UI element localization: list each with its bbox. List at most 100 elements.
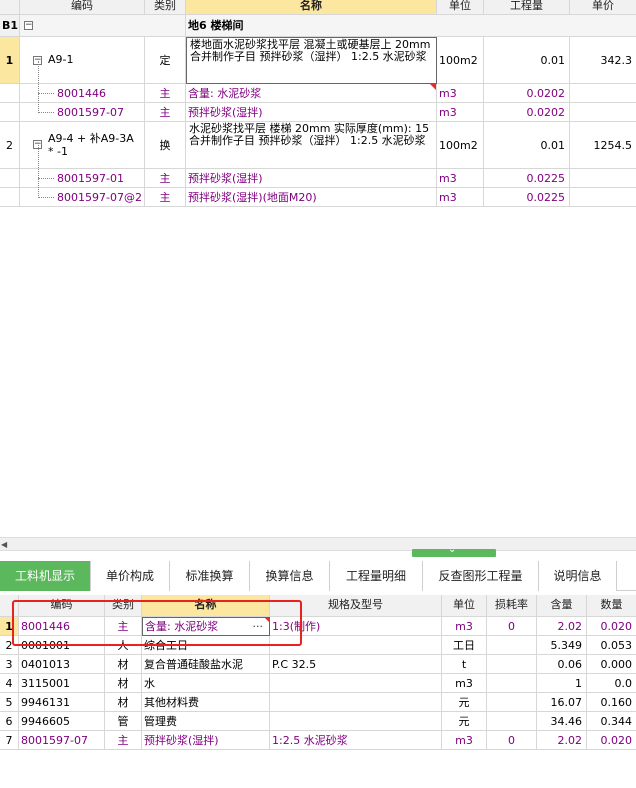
col-header-qty[interactable]: 工程量 <box>484 0 570 15</box>
panel-splitter[interactable]: ⌄ <box>412 544 496 557</box>
col-header-loss[interactable]: 损耗率 <box>487 595 537 617</box>
row-content[interactable]: 16.07 <box>537 693 587 712</box>
row-spec: 1:2.5 水泥砂浆 <box>270 731 442 750</box>
tab-reverse-lookup[interactable]: 反查图形工程量 <box>423 561 539 591</box>
row-content[interactable]: 34.46 <box>537 712 587 731</box>
top-grid: 编码 类别 名称 单位 工程量 单价 B1 − 地6 楼梯间 1 − A9-1 … <box>0 0 636 207</box>
tab-material-display[interactable]: 工料机显示 <box>0 561 91 591</box>
row-number[interactable]: 7 <box>0 731 19 750</box>
table-row-code[interactable]: 3115001 <box>19 674 105 693</box>
row-type: 管 <box>105 712 142 731</box>
row-loss[interactable] <box>487 655 537 674</box>
row-loss[interactable] <box>487 636 537 655</box>
row-price: 342.3 <box>570 37 636 84</box>
row-unit: 元 <box>442 712 487 731</box>
row-spec <box>270 674 442 693</box>
table-row-code[interactable]: 8001597-07 <box>19 731 105 750</box>
row-qty[interactable]: 0.01 <box>484 122 570 169</box>
horizontal-scrollbar[interactable]: ◀ <box>0 537 636 551</box>
row-name[interactable]: 水 <box>142 674 270 693</box>
row-number[interactable]: 5 <box>0 693 19 712</box>
row-number[interactable]: 4 <box>0 674 19 693</box>
row-number <box>0 169 20 188</box>
row-price <box>570 169 636 188</box>
row-type: 换 <box>145 122 186 169</box>
row-price <box>570 84 636 103</box>
row-loss[interactable] <box>487 674 537 693</box>
row-content[interactable]: 0.06 <box>537 655 587 674</box>
row-price: 1254.5 <box>570 122 636 169</box>
row-qty[interactable]: 0.01 <box>484 37 570 84</box>
row-type: 定 <box>145 37 186 84</box>
row-name[interactable]: 管理费 <box>142 712 270 731</box>
tree-connector <box>38 93 54 94</box>
code-text: A9-1 <box>48 53 74 66</box>
row-loss[interactable]: 0 <box>487 617 537 636</box>
row-qty[interactable]: 0.0225 <box>484 188 570 207</box>
col-header-content[interactable]: 含量 <box>537 595 587 617</box>
scroll-left-icon[interactable]: ◀ <box>1 538 7 551</box>
tree-connector <box>38 145 39 198</box>
row-content[interactable]: 1 <box>537 674 587 693</box>
row-qty: 0.020 <box>587 731 636 750</box>
row-name[interactable]: 含量: 水泥砂浆 <box>186 84 437 103</box>
collapse-icon[interactable]: − <box>24 21 33 30</box>
row-type: 材 <box>105 674 142 693</box>
row-qty: 0.000 <box>587 655 636 674</box>
tab-conversion-info[interactable]: 换算信息 <box>250 561 330 591</box>
row-name[interactable]: 楼地面水泥砂浆找平层 混凝土或硬基层上 20mm 合并制作子目 预拌砂浆（湿拌）… <box>186 37 437 84</box>
row-name[interactable]: 预拌砂浆(湿拌)(地面M20) <box>186 188 437 207</box>
row-name[interactable]: 预拌砂浆(湿拌) <box>186 169 437 188</box>
section-name[interactable]: 地6 楼梯间 <box>186 15 636 37</box>
row-unit: 工日 <box>442 636 487 655</box>
row-number[interactable]: 2 <box>0 122 20 169</box>
row-unit: m3 <box>442 674 487 693</box>
tab-standard-conversion[interactable]: 标准换算 <box>170 561 250 591</box>
col-header-code[interactable]: 编码 <box>20 0 145 15</box>
row-content[interactable]: 5.349 <box>537 636 587 655</box>
tree-connector <box>38 61 39 113</box>
row-qty[interactable]: 0.0225 <box>484 169 570 188</box>
code-text: 8001597-01 <box>57 172 124 185</box>
row-name[interactable]: 预拌砂浆(湿拌) <box>142 731 270 750</box>
row-number[interactable]: 1 <box>0 37 20 84</box>
row-spec <box>270 712 442 731</box>
tab-quantity-detail[interactable]: 工程量明细 <box>330 561 423 591</box>
code-text: 8001597-07@2 <box>57 191 142 204</box>
row-type: 主 <box>145 169 186 188</box>
col-header-price[interactable]: 单价 <box>570 0 636 15</box>
row-loss[interactable] <box>487 712 537 731</box>
row-qty[interactable]: 0.0202 <box>484 84 570 103</box>
row-content[interactable]: 2.02 <box>537 617 587 636</box>
col-header-type[interactable]: 类别 <box>145 0 186 15</box>
col-header-unit[interactable]: 单位 <box>442 595 487 617</box>
row-unit: m3 <box>437 169 484 188</box>
row-loss[interactable]: 0 <box>487 731 537 750</box>
row-number <box>0 84 20 103</box>
row-unit: m3 <box>437 103 484 122</box>
tree-connector <box>38 112 54 113</box>
row-qty: 0.160 <box>587 693 636 712</box>
row-name[interactable]: 复合普通硅酸盐水泥 <box>142 655 270 674</box>
row-qty[interactable]: 0.0202 <box>484 103 570 122</box>
row-unit: m3 <box>442 617 487 636</box>
tab-description[interactable]: 说明信息 <box>539 561 617 591</box>
row-unit: m3 <box>437 84 484 103</box>
row-spec: P.C 32.5 <box>270 655 442 674</box>
row-name[interactable]: 水泥砂浆找平层 楼梯 20mm 实际厚度(mm): 15 合并制作子目 预拌砂浆… <box>186 122 437 169</box>
row-number[interactable]: 3 <box>0 655 19 674</box>
row-loss[interactable] <box>487 693 537 712</box>
col-header-qty[interactable]: 数量 <box>587 595 636 617</box>
row-content[interactable]: 2.02 <box>537 731 587 750</box>
col-header-name[interactable]: 名称 <box>186 0 437 15</box>
table-row-code[interactable]: 9946131 <box>19 693 105 712</box>
tree-connector <box>38 178 54 179</box>
row-name[interactable]: 其他材料费 <box>142 693 270 712</box>
row-price <box>570 188 636 207</box>
row-name[interactable]: 预拌砂浆(湿拌) <box>186 103 437 122</box>
table-row-code[interactable]: 9946605 <box>19 712 105 731</box>
row-number[interactable]: 6 <box>0 712 19 731</box>
tab-unit-price[interactable]: 单价构成 <box>91 561 170 591</box>
col-header-unit[interactable]: 单位 <box>437 0 484 15</box>
table-row-code[interactable]: 0401013 <box>19 655 105 674</box>
